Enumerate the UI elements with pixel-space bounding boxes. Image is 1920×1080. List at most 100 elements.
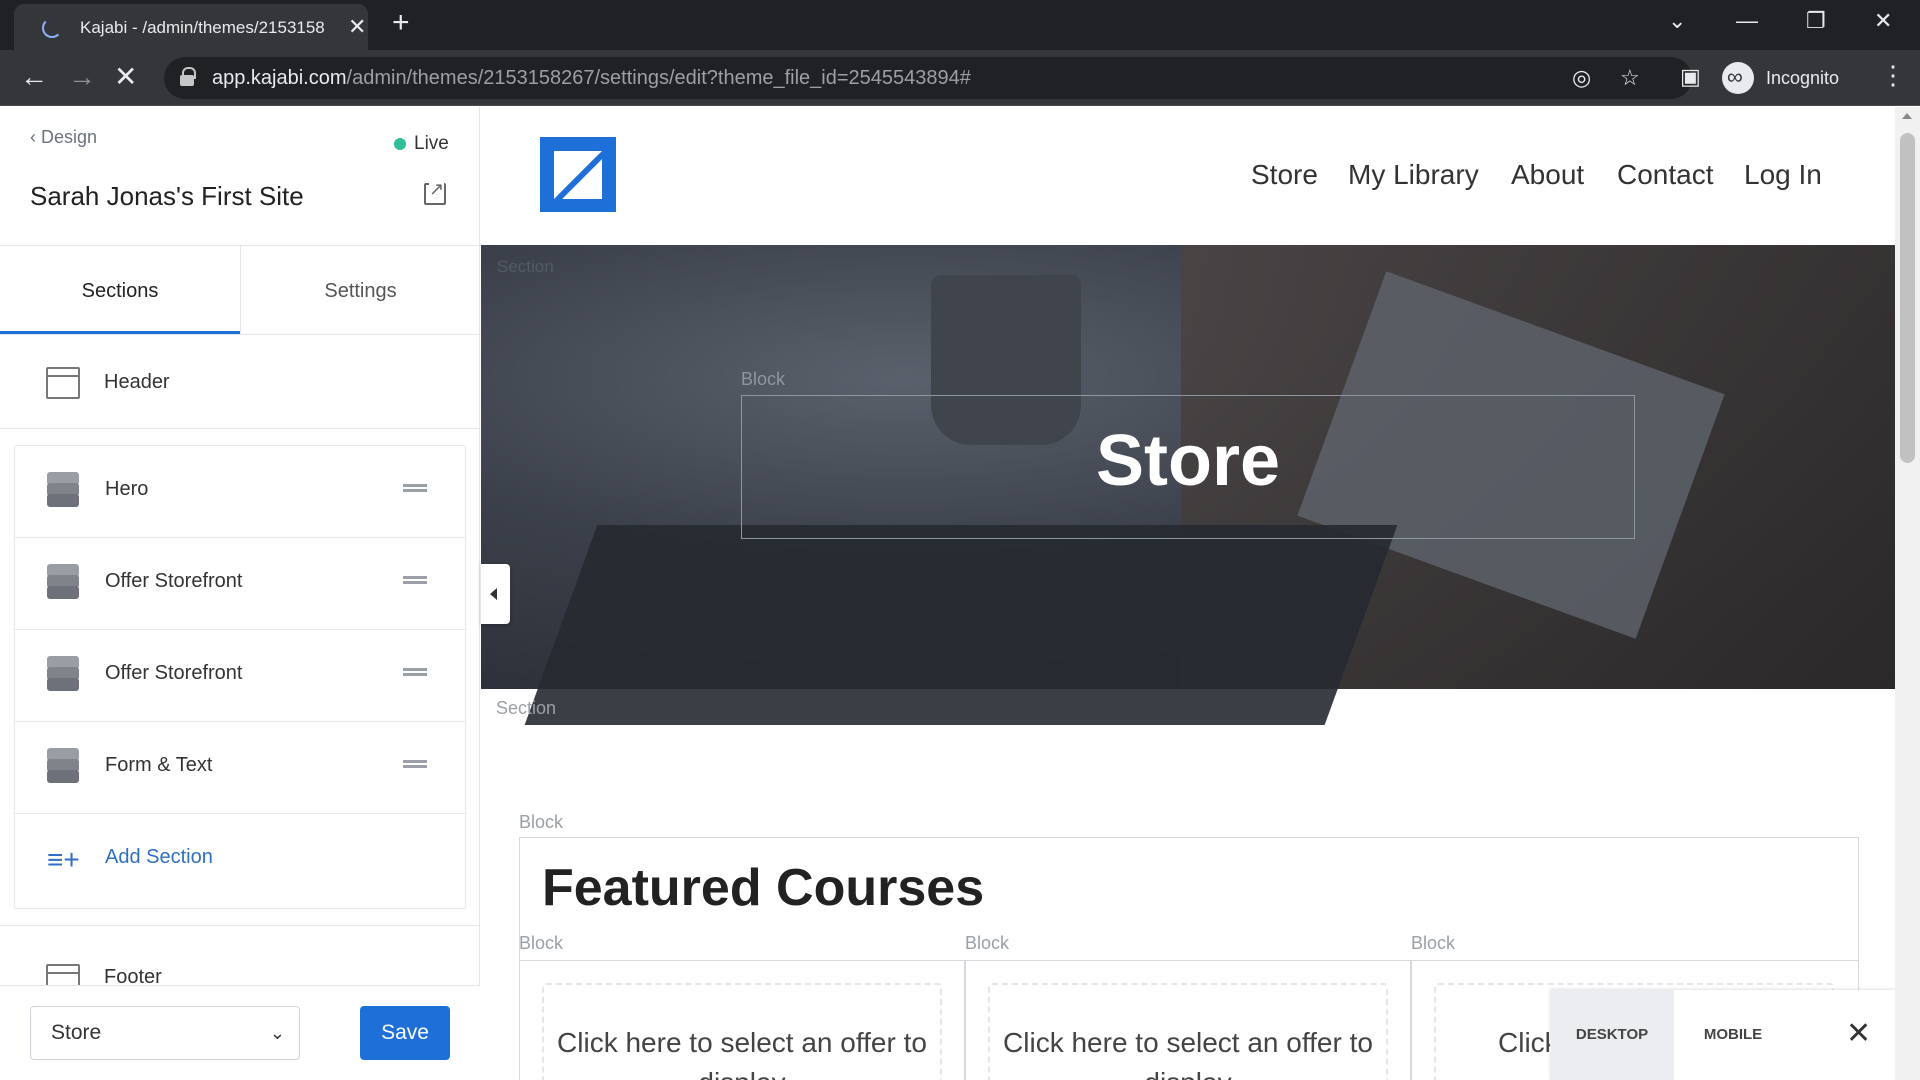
layers-icon [45, 472, 81, 508]
drag-handle-icon[interactable] [403, 668, 427, 676]
layers-icon [45, 656, 81, 692]
desktop-view-button[interactable]: DESKTOP [1550, 990, 1674, 1080]
hero-title: Store [1095, 421, 1281, 501]
layers-icon [45, 564, 81, 600]
tab-settings[interactable]: Settings [240, 246, 480, 334]
section-label: Section [496, 698, 557, 718]
minimize-icon[interactable]: — [1736, 8, 1758, 34]
section-item-label: Form & Text [105, 754, 213, 776]
hero-background-laptop [524, 525, 1398, 725]
section-item-label: Offer Storefront [105, 662, 243, 684]
close-icon[interactable]: ✕ [1846, 1016, 1871, 1051]
mobile-view-button[interactable]: MOBILE [1674, 990, 1792, 1080]
device-toggle-bar: DESKTOP MOBILE ✕ [1550, 990, 1895, 1080]
section-item-form-text[interactable]: Form & Text [15, 722, 465, 814]
block-label: Block [519, 812, 564, 832]
section-item-label: Header [104, 371, 170, 393]
loading-spinner-icon [42, 18, 62, 38]
browser-tab-bar: Kajabi - /admin/themes/2153158 ✕ + ⌄ — ❐… [0, 0, 1920, 50]
chevron-down-icon: ⌄ [269, 1023, 285, 1043]
hero-title-block[interactable]: Store [741, 395, 1635, 539]
tab-close-icon[interactable]: ✕ [348, 14, 366, 40]
new-tab-button[interactable]: + [392, 8, 410, 38]
site-preview: Store My Library About Contact Log In Se… [481, 107, 1895, 1080]
side-panel-icon[interactable]: ▣ [1680, 64, 1701, 90]
tracking-blocked-icon[interactable]: ◎ [1572, 65, 1591, 91]
drag-handle-icon[interactable] [403, 484, 427, 492]
drag-handle-icon[interactable] [403, 760, 427, 768]
incognito-icon [1722, 62, 1754, 94]
offer-block-2[interactable]: Click here to select an offer to display [965, 960, 1411, 1080]
block-label: Block [965, 933, 1010, 953]
back-label: Design [41, 127, 98, 147]
offer-placeholder-card[interactable]: Click here to select an offer to display [988, 983, 1388, 1080]
site-logo[interactable] [540, 137, 616, 212]
offer-placeholder-card[interactable]: Click here to select an offer to display [542, 983, 942, 1080]
section-item-offer-storefront-1[interactable]: Offer Storefront [15, 538, 465, 630]
page-select-value: Store [51, 1021, 102, 1044]
page-select[interactable]: Store ⌄ [30, 1006, 300, 1060]
back-icon[interactable]: ← [20, 62, 48, 92]
window-icon [46, 367, 80, 399]
section-item-footer[interactable]: Footer [0, 925, 480, 996]
nav-link-store[interactable]: Store [1251, 159, 1318, 191]
address-bar[interactable]: app.kajabi.com/admin/themes/2153158267/s… [164, 57, 1692, 99]
featured-courses-title: Featured Courses [542, 859, 985, 917]
featured-courses-block[interactable]: Featured Courses [519, 837, 1859, 961]
offer-placeholder-text: Click here to select an offer to display [1003, 1027, 1373, 1080]
block-label: Block [519, 933, 564, 953]
browser-menu-icon[interactable]: ⋮ [1880, 60, 1906, 91]
live-status-label: Live [414, 133, 449, 154]
add-section-label: Add Section [105, 846, 213, 868]
section-item-label: Offer Storefront [105, 570, 243, 592]
nav-link-about[interactable]: About [1511, 159, 1584, 191]
site-title: Sarah Jonas's First Site [30, 181, 304, 211]
kajabi-logo-icon [554, 151, 602, 199]
block-label: Block [741, 369, 786, 389]
browser-toolbar: ← → ✕ app.kajabi.com/admin/themes/215315… [0, 50, 1920, 106]
open-external-icon[interactable] [424, 179, 446, 205]
nav-link-my-library[interactable]: My Library [1348, 159, 1479, 191]
collapse-sidebar-button[interactable] [481, 564, 510, 624]
lock-icon [180, 67, 196, 86]
forward-icon[interactable]: → [68, 62, 96, 92]
scroll-up-icon[interactable] [1902, 113, 1912, 119]
nav-link-log-in[interactable]: Log In [1744, 159, 1822, 191]
offer-block-1[interactable]: Click here to select an offer to display [519, 960, 965, 1080]
browser-tab[interactable]: Kajabi - /admin/themes/2153158 ✕ [14, 4, 368, 50]
back-to-design-link[interactable]: ‹ Design [30, 127, 97, 148]
add-list-icon: ≡+ [47, 844, 80, 875]
stop-loading-icon[interactable]: ✕ [114, 62, 137, 92]
save-button[interactable]: Save [360, 1006, 450, 1060]
restore-icon[interactable]: ❐ [1806, 8, 1826, 34]
add-section-button[interactable]: ≡+ Add Section [15, 814, 465, 906]
tab-sections[interactable]: Sections [0, 246, 240, 334]
drag-handle-icon[interactable] [403, 576, 427, 584]
url-text[interactable]: app.kajabi.com/admin/themes/2153158267/s… [212, 67, 971, 90]
section-item-offer-storefront-2[interactable]: Offer Storefront [15, 630, 465, 722]
nav-link-contact[interactable]: Contact [1617, 159, 1714, 191]
editor-tabs: Sections Settings [0, 245, 480, 335]
editor-bottom-bar: Store ⌄ Save [0, 985, 480, 1080]
tab-title: Kajabi - /admin/themes/2153158 [80, 18, 325, 37]
hero-section[interactable]: Section Block Store [481, 245, 1895, 725]
section-item-hero[interactable]: Hero [15, 446, 465, 538]
tab-search-icon[interactable]: ⌄ [1668, 8, 1686, 34]
chevron-left-icon: ‹ [30, 127, 41, 147]
incognito-indicator[interactable]: Incognito [1722, 60, 1839, 96]
scrollbar-thumb[interactable] [1900, 133, 1915, 463]
live-status: Live [394, 133, 449, 155]
bookmark-star-icon[interactable]: ☆ [1620, 65, 1640, 91]
close-window-icon[interactable]: ✕ [1874, 8, 1892, 34]
incognito-label: Incognito [1766, 67, 1840, 88]
live-dot-icon [394, 138, 406, 150]
preview-scrollbar[interactable] [1895, 107, 1920, 1080]
section-item-label: Hero [105, 478, 149, 500]
section-label: Section [497, 257, 554, 276]
url-path: /admin/themes/2153158267/settings/edit?t… [346, 67, 971, 89]
offer-placeholder-text: Click here to select an offer to display [557, 1027, 927, 1080]
block-label: Block [1411, 933, 1456, 953]
sections-list: Hero Offer Storefront Offer Storefront F… [14, 445, 466, 909]
layers-icon [45, 748, 81, 784]
section-item-header[interactable]: Header [0, 335, 480, 429]
